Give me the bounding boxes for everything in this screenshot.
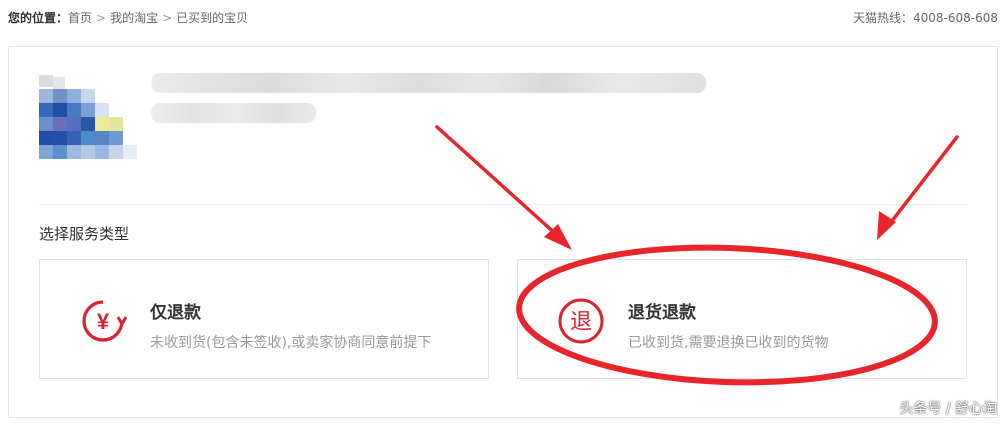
thumb-pixel <box>39 103 53 117</box>
breadcrumb-purchased-link[interactable]: 已买到的宝贝 <box>176 11 248 25</box>
thumb-pixel <box>53 131 67 145</box>
refund-yuan-icon: ¥ <box>82 300 128 342</box>
thumb-pixel <box>81 145 95 159</box>
thumb-pixel <box>81 131 95 145</box>
thumb-pixel <box>39 145 53 159</box>
breadcrumb-label: 您的位置： <box>8 11 69 25</box>
hotline-text: 天猫热线：4008-608-608 <box>852 11 998 25</box>
refund-yuan-glyph: ¥ <box>97 309 110 334</box>
thumb-pixel <box>123 145 137 159</box>
thumb-pixel <box>53 89 67 103</box>
thumb-pixel <box>95 145 109 159</box>
return-refund-desc: 已收到货,需要退换已收到的货物 <box>628 335 829 351</box>
refund-only-option[interactable]: ¥ 仅退款 未收到货(包含未签收),或卖家协商同意前提下 <box>39 259 489 379</box>
thumb-pixel <box>109 145 123 159</box>
thumb-pixel <box>53 117 67 131</box>
watermark-text: 头条号 / 舒心淘 <box>899 401 997 417</box>
breadcrumb-my-taobao-link[interactable]: 我的淘宝 <box>110 11 158 25</box>
thumb-pixel <box>81 103 95 117</box>
thumb-pixel <box>67 103 81 117</box>
thumb-pixel <box>67 89 81 103</box>
thumb-pixel <box>39 75 53 87</box>
thumb-pixel <box>95 103 109 117</box>
product-name-blurred[interactable] <box>151 73 706 93</box>
thumb-pixel <box>81 89 95 103</box>
thumb-pixel <box>95 117 109 131</box>
section-divider <box>39 204 967 205</box>
breadcrumb-separator: > <box>96 11 107 25</box>
product-spec-blurred <box>151 103 316 123</box>
thumb-pixel <box>109 131 123 145</box>
breadcrumb-home-link[interactable]: 首页 <box>68 11 92 25</box>
thumb-pixel <box>67 131 81 145</box>
thumb-pixel <box>39 89 53 103</box>
breadcrumb: 您的位置：首页 > 我的淘宝 > 已买到的宝贝 <box>8 9 248 26</box>
refund-only-desc: 未收到货(包含未签收),或卖家协商同意前提下 <box>150 335 432 351</box>
thumb-pixel <box>53 145 67 159</box>
breadcrumb-separator: > <box>162 11 173 25</box>
top-bar: 您的位置：首页 > 我的淘宝 > 已买到的宝贝 天猫热线：4008-608-608 <box>8 9 998 27</box>
thumb-pixel <box>81 117 95 131</box>
thumb-pixel <box>53 103 67 117</box>
product-thumbnail[interactable] <box>39 75 137 167</box>
thumb-pixel <box>53 77 65 89</box>
return-tui-glyph: 退 <box>570 310 592 335</box>
refund-only-title: 仅退款 <box>150 303 201 323</box>
service-type-heading: 选择服务类型 <box>39 225 130 243</box>
return-tui-icon: 退 <box>558 298 604 344</box>
thumb-pixel <box>39 131 53 145</box>
service-panel: 选择服务类型 ¥ 仅退款 未收到货(包含未签收),或卖家协商同意前提下 退 退货… <box>8 46 998 418</box>
thumb-pixel <box>67 145 81 159</box>
thumb-pixel <box>39 117 53 131</box>
return-refund-title: 退货退款 <box>628 303 696 323</box>
return-refund-option[interactable]: 退 退货退款 已收到货,需要退换已收到的货物 <box>517 259 967 379</box>
thumb-pixel <box>67 117 81 131</box>
thumb-pixel <box>95 131 109 145</box>
thumb-pixel <box>109 117 123 131</box>
